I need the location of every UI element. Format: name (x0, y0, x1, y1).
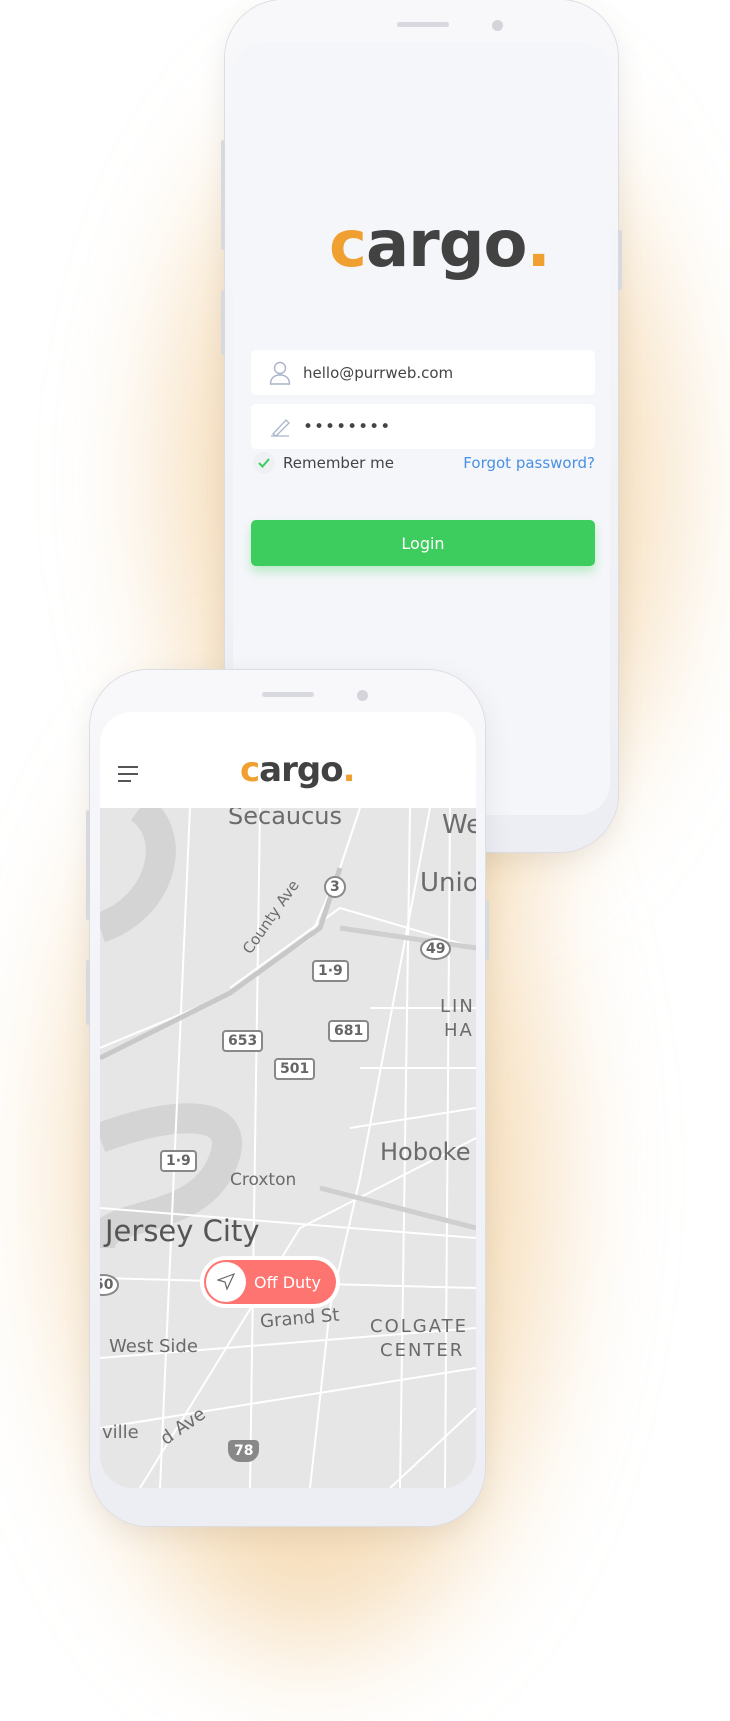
navigation-arrow-icon (217, 1273, 235, 1291)
map-label: Jersey City (105, 1214, 260, 1248)
map-label: COLGATE (370, 1316, 468, 1337)
map[interactable]: Secaucus We Unio County Ave LIN HA Hobok… (100, 808, 476, 1488)
app-header: cargo. (100, 712, 476, 808)
route-shield: 501 (274, 1058, 316, 1080)
off-duty-label: Off Duty (254, 1272, 321, 1292)
cargo-logo: cargo. (240, 750, 355, 790)
email-value: hello@purrweb.com (303, 363, 454, 382)
route-shield: 78 (228, 1440, 260, 1462)
map-label: ville (102, 1422, 139, 1443)
route-shield: 1·9 (312, 960, 349, 982)
map-label: Croxton (230, 1170, 297, 1190)
cargo-logo: cargo. (329, 208, 551, 282)
route-shield: 3 (324, 876, 346, 898)
map-label: HA (444, 1020, 474, 1041)
map-label: We (442, 810, 476, 840)
map-screen: cargo. Secaucus We Unio County Ave LIN H… (100, 712, 476, 1488)
login-button[interactable]: Login (251, 520, 595, 566)
remember-label: Remember me (283, 454, 394, 472)
hamburger-icon[interactable] (118, 766, 138, 782)
email-field[interactable]: hello@purrweb.com (251, 350, 595, 395)
map-label: Secaucus (228, 808, 343, 830)
map-label: CENTER (380, 1340, 465, 1361)
check-icon (258, 458, 270, 468)
pen-icon (271, 418, 290, 437)
map-label: LIN (440, 996, 475, 1017)
forgot-password-link[interactable]: Forgot password? (463, 454, 595, 472)
remember-checkbox[interactable] (253, 452, 275, 474)
off-duty-toggle[interactable]: Off Duty (200, 1256, 340, 1308)
map-phone: cargo. Secaucus We Unio County Ave LIN H… (86, 670, 489, 1526)
route-shield: 681 (328, 1020, 370, 1042)
map-label: Unio (420, 868, 476, 898)
map-label: West Side (109, 1336, 198, 1357)
route-shield: 1·9 (160, 1150, 197, 1172)
password-field[interactable]: •••••••• (251, 404, 595, 449)
user-icon (269, 361, 291, 385)
map-label: Hoboke (380, 1138, 471, 1166)
route-shield: 653 (222, 1030, 264, 1052)
password-value: •••••••• (303, 416, 392, 437)
